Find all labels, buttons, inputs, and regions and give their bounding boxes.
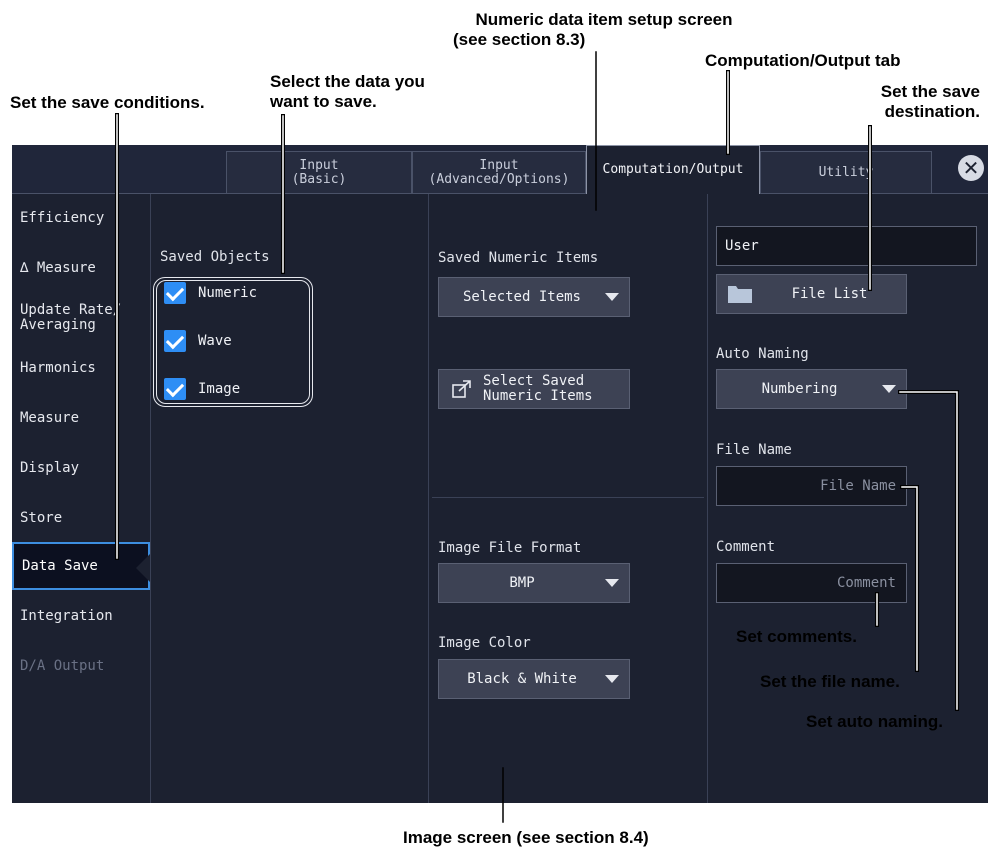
image-color-value: Black & White xyxy=(467,671,577,687)
checkbox-numeric[interactable]: Numeric xyxy=(164,278,257,308)
checkbox-image-label: Image xyxy=(198,381,241,397)
select-saved-numeric-items-line2: Numeric Items xyxy=(483,388,593,404)
sidebar-item-label: Harmonics xyxy=(20,359,96,376)
auto-naming-value: Numbering xyxy=(761,381,838,397)
comment-title: Comment xyxy=(716,539,776,555)
external-link-icon xyxy=(452,380,471,398)
callout-save-destination: Set the save destination. xyxy=(800,82,980,122)
chevron-down-icon xyxy=(882,385,896,393)
chevron-down-icon xyxy=(605,293,619,301)
file-name-title: File Name xyxy=(716,442,792,458)
sidebar-item-label: ∆ Measure xyxy=(20,259,96,276)
save-destination-field[interactable]: User xyxy=(716,226,977,266)
checkbox-numeric-label: Numeric xyxy=(198,285,258,301)
image-file-format-value: BMP xyxy=(509,575,535,591)
chevron-down-icon xyxy=(605,675,619,683)
file-name-field[interactable]: File Name xyxy=(716,466,907,506)
callout-set-comments: Set comments. xyxy=(736,627,857,646)
sidebar-item-delta-measure[interactable]: ∆ Measure xyxy=(12,244,150,292)
callout-select-data-line1: Select the data you xyxy=(270,72,425,91)
saved-objects-title: Saved Objects xyxy=(160,249,270,265)
select-saved-numeric-items-button[interactable]: Select Saved Numeric Items xyxy=(438,369,630,409)
file-list-label: File List xyxy=(791,286,868,302)
auto-naming-dropdown[interactable]: Numbering xyxy=(716,369,907,409)
callout-save-destination-line2: destination. xyxy=(884,102,980,121)
tab-computation-output-label: Computation/Output xyxy=(602,162,744,177)
sidebar-item-efficiency[interactable]: Efficiency xyxy=(12,194,150,242)
tab-utility-label: Utility xyxy=(818,164,874,180)
callout-save-conditions: Set the save conditions. xyxy=(10,93,205,112)
image-file-format-title: Image File Format xyxy=(438,540,582,556)
tab-utility[interactable]: Utility xyxy=(760,151,932,193)
sidebar-item-store[interactable]: Store xyxy=(12,494,150,542)
callout-numeric-setup-line1: Numeric data item setup screen xyxy=(475,10,733,29)
callout-select-data-line2: want to save. xyxy=(270,92,377,111)
saved-numeric-items-title: Saved Numeric Items xyxy=(438,250,599,266)
divider-objects xyxy=(428,194,429,803)
tab-computation-output[interactable]: Computation/Output xyxy=(586,145,760,194)
divider-numeric xyxy=(707,194,708,803)
tab-input-advanced-line1: Input xyxy=(479,157,519,173)
sidebar-item-label: Efficiency xyxy=(20,209,105,226)
sidebar-item-integration[interactable]: Integration xyxy=(12,592,150,640)
sidebar-item-update-rate[interactable]: Update Rate/ Averaging xyxy=(12,294,150,342)
tab-input-basic-line2: (Basic) xyxy=(291,171,347,187)
tab-input-basic[interactable]: Input (Basic) xyxy=(226,151,412,193)
checkbox-image[interactable]: Image xyxy=(164,374,240,404)
sidebar: Efficiency ∆ Measure Update Rate/ Averag… xyxy=(12,194,150,803)
sidebar-item-label: Measure xyxy=(20,409,80,426)
tab-bar: Input (Basic) Input (Advanced/Options) C… xyxy=(12,145,988,194)
saved-numeric-items-value: Selected Items xyxy=(462,289,581,305)
checkbox-wave[interactable]: Wave xyxy=(164,326,232,356)
tab-input-advanced-line2: (Advanced/Options) xyxy=(428,171,570,187)
folder-icon xyxy=(728,286,752,303)
close-icon[interactable]: ✕ xyxy=(958,155,984,181)
image-color-dropdown[interactable]: Black & White xyxy=(438,659,630,699)
divider-sidebar xyxy=(150,194,151,803)
comment-field[interactable]: Comment xyxy=(716,563,907,603)
callout-numeric-setup: Numeric data item setup screen (see sect… xyxy=(445,10,763,50)
callout-numeric-setup-line2: (see section 8.3) xyxy=(453,30,586,49)
image-file-format-dropdown[interactable]: BMP xyxy=(438,563,630,603)
checkbox-checked-icon xyxy=(164,330,186,352)
sidebar-item-label: D/A Output xyxy=(20,657,105,674)
sidebar-item-harmonics[interactable]: Harmonics xyxy=(12,344,150,392)
auto-naming-title: Auto Naming xyxy=(716,346,809,362)
instrument-screen: Input (Basic) Input (Advanced/Options) C… xyxy=(12,145,988,803)
image-color-title: Image Color xyxy=(438,635,531,651)
tab-input-advanced[interactable]: Input (Advanced/Options) xyxy=(412,151,586,193)
callout-set-file-name: Set the file name. xyxy=(760,672,900,691)
checkbox-checked-icon xyxy=(164,282,186,304)
checkbox-checked-icon xyxy=(164,378,186,400)
sidebar-item-label: Integration xyxy=(20,607,113,624)
callout-save-destination-line1: Set the save xyxy=(880,82,980,101)
checkbox-wave-label: Wave xyxy=(198,333,232,349)
tab-bar-divider xyxy=(12,193,988,194)
sidebar-item-data-save[interactable]: Data Save xyxy=(12,542,150,590)
callout-select-data: Select the data you want to save. xyxy=(270,72,425,112)
chevron-down-icon xyxy=(605,579,619,587)
callout-set-auto-naming: Set auto naming. xyxy=(806,712,943,731)
saved-numeric-items-dropdown[interactable]: Selected Items xyxy=(438,277,630,317)
sidebar-item-label: Display xyxy=(20,459,80,476)
sidebar-item-da-output: D/A Output xyxy=(12,642,150,690)
callout-computation-tab: Computation/Output tab xyxy=(705,51,901,70)
divider-numeric-image xyxy=(432,497,704,498)
select-saved-numeric-items-label: Select Saved Numeric Items xyxy=(473,374,629,404)
tab-input-basic-line1: Input xyxy=(299,157,339,173)
sidebar-item-display[interactable]: Display xyxy=(12,444,150,492)
sidebar-item-label: Update Rate/ Averaging xyxy=(20,302,122,333)
callout-image-screen: Image screen (see section 8.4) xyxy=(403,828,649,847)
select-saved-numeric-items-line1: Select Saved xyxy=(483,373,585,389)
sidebar-item-label: Data Save xyxy=(22,557,98,574)
file-list-button[interactable]: File List xyxy=(716,274,907,314)
sidebar-item-label: Store xyxy=(20,509,63,526)
sidebar-item-measure[interactable]: Measure xyxy=(12,394,150,442)
